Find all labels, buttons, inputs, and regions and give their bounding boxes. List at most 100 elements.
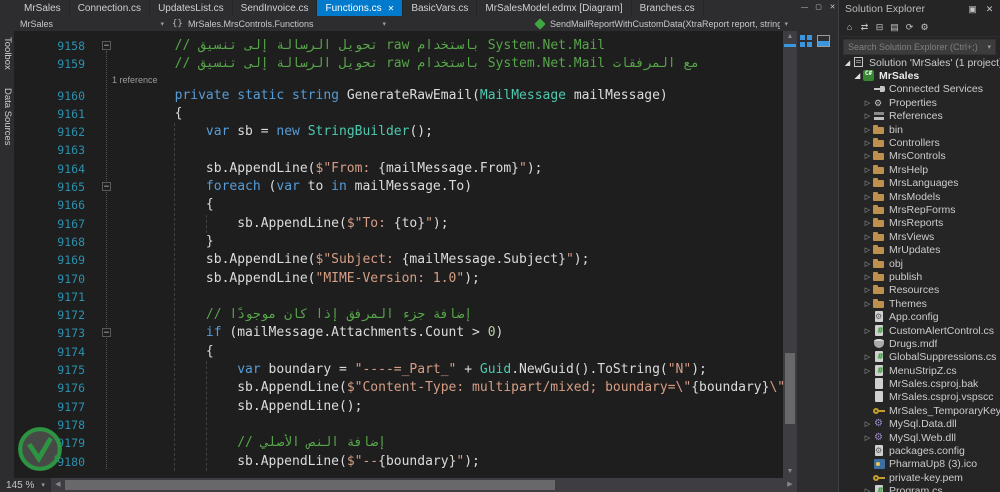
- tab-mrsales[interactable]: MrSales: [16, 0, 70, 16]
- scroll-up-icon[interactable]: ▲: [783, 31, 797, 43]
- fold-collapse-icon[interactable]: −: [102, 41, 111, 51]
- tree-item-solution-mrsales-1-project[interactable]: ◢ Solution 'MrSales' (1 project): [839, 56, 1000, 69]
- code-line[interactable]: 9178: [14, 416, 783, 434]
- chevron-closed-icon[interactable]: ▷: [862, 487, 873, 492]
- close-panel-icon[interactable]: ✕: [983, 3, 996, 16]
- tree-item-packages-config[interactable]: packages.config: [839, 444, 1000, 457]
- tree-item-connected-services[interactable]: Connected Services: [839, 83, 1000, 96]
- tree-item-mrupdates[interactable]: ▷ MrUpdates: [839, 243, 1000, 256]
- tab-sendinvoice-cs[interactable]: SendInvoice.cs: [232, 0, 318, 16]
- tree-item-private-key-pem[interactable]: private-key.pem: [839, 471, 1000, 484]
- chevron-closed-icon[interactable]: ▷: [862, 286, 873, 294]
- chevron-closed-icon[interactable]: ▷: [862, 367, 873, 375]
- pin-icon[interactable]: ▣: [966, 3, 979, 16]
- chevron-closed-icon[interactable]: ▷: [862, 179, 873, 187]
- chevron-closed-icon[interactable]: ▷: [862, 219, 873, 227]
- tab-mrsalesmodel-edmx-diagram[interactable]: MrSalesModel.edmx [Diagram]: [477, 0, 632, 16]
- tab-basicvars-cs[interactable]: BasicVars.cs: [403, 0, 478, 16]
- chevron-closed-icon[interactable]: ▷: [862, 139, 873, 147]
- code-editor[interactable]: 9158 − // تحويل الرسالة إلى تنسيق raw باس…: [14, 31, 797, 478]
- tree-item-mrsales-csproj-vspscc[interactable]: MrSales.csproj.vspscc: [839, 391, 1000, 404]
- scroll-left-icon[interactable]: ◀: [51, 478, 65, 492]
- code-line[interactable]: 9172 // إضافة جزء المرفق إذا كان موجودًا: [14, 306, 783, 324]
- chevron-closed-icon[interactable]: ▷: [862, 246, 873, 254]
- code-line[interactable]: 9179 // إضافة النص الأصلي: [14, 434, 783, 452]
- chevron-open-icon[interactable]: ◢: [842, 59, 853, 67]
- tool-tab-toolbox[interactable]: Toolbox: [0, 35, 14, 72]
- show-all-files-icon[interactable]: ▤: [888, 21, 901, 34]
- chevron-closed-icon[interactable]: ▷: [862, 193, 873, 201]
- tree-item-mrsales-csproj-bak[interactable]: MrSales.csproj.bak: [839, 377, 1000, 390]
- outline-grid-icon[interactable]: [800, 35, 812, 47]
- tree-item-references[interactable]: ▷ References: [839, 110, 1000, 123]
- tree-item-mrsreports[interactable]: ▷ MrsReports: [839, 217, 1000, 230]
- code-line[interactable]: 9176 sb.AppendLine($"Content-Type: multi…: [14, 379, 783, 397]
- vertical-scrollbar-thumb[interactable]: [785, 352, 795, 425]
- tree-item-obj[interactable]: ▷ obj: [839, 257, 1000, 270]
- tree-item-mrslanguages[interactable]: ▷ MrsLanguages: [839, 177, 1000, 190]
- maximize-icon[interactable]: ▢: [813, 2, 824, 13]
- tree-item-drugs-mdf[interactable]: Drugs.mdf: [839, 337, 1000, 350]
- tree-item-pharmaup8-3-ico[interactable]: PharmaUp8 (3).ico: [839, 458, 1000, 471]
- code-line[interactable]: 9169 sb.AppendLine($"Subject: {mailMessa…: [14, 251, 783, 269]
- code-line[interactable]: 9165 − foreach (var to in mailMessage.To): [14, 178, 783, 196]
- code-line[interactable]: 9171: [14, 288, 783, 306]
- chevron-closed-icon[interactable]: ▷: [862, 273, 873, 281]
- properties-icon[interactable]: ⚙: [918, 21, 931, 34]
- code-line[interactable]: 9161 {: [14, 105, 783, 123]
- tree-item-mrsmodels[interactable]: ▷ MrsModels: [839, 190, 1000, 203]
- tree-item-mysql-web-dll[interactable]: ▷ MySql.Web.dll: [839, 431, 1000, 444]
- type-dropdown[interactable]: MrSales.MrsControls.Functions ▾: [168, 17, 390, 30]
- code-line[interactable]: 9162 var sb = new StringBuilder();: [14, 123, 783, 141]
- chevron-closed-icon[interactable]: ▷: [862, 99, 873, 107]
- tree-item-resources[interactable]: ▷ Resources: [839, 284, 1000, 297]
- tree-item-mrsales[interactable]: ◢ MrSales: [839, 69, 1000, 82]
- code-line[interactable]: 9173 − if (mailMessage.Attachments.Count …: [14, 324, 783, 342]
- code-line[interactable]: 9158 − // تحويل الرسالة إلى تنسيق raw باس…: [14, 37, 783, 55]
- tree-item-customalertcontrol-cs[interactable]: ▷ CustomAlertControl.cs: [839, 324, 1000, 337]
- tab-connection-cs[interactable]: Connection.cs: [69, 0, 151, 16]
- tree-item-controllers[interactable]: ▷ Controllers: [839, 136, 1000, 149]
- tree-item-publish[interactable]: ▷ publish: [839, 270, 1000, 283]
- code-line[interactable]: 9177 sb.AppendLine();: [14, 398, 783, 416]
- chevron-closed-icon[interactable]: ▷: [862, 233, 873, 241]
- tab-branches-cs[interactable]: Branches.cs: [631, 0, 704, 16]
- chevron-closed-icon[interactable]: ▷: [862, 353, 873, 361]
- tree-item-mrscontrols[interactable]: ▷ MrsControls: [839, 150, 1000, 163]
- tool-tab-data-sources[interactable]: Data Sources: [0, 86, 14, 148]
- tree-item-bin[interactable]: ▷ bin: [839, 123, 1000, 136]
- chevron-open-icon[interactable]: ◢: [852, 72, 863, 80]
- chevron-closed-icon[interactable]: ▷: [862, 434, 873, 442]
- chevron-closed-icon[interactable]: ▷: [862, 260, 873, 268]
- horizontal-scrollbar-thumb[interactable]: [64, 480, 555, 490]
- tree-item-mrsrepforms[interactable]: ▷ MrsRepForms: [839, 203, 1000, 216]
- chevron-closed-icon[interactable]: ▷: [862, 126, 873, 134]
- tree-item-mrsales-temporarykey-pfx[interactable]: MrSales_TemporaryKey.pfx: [839, 404, 1000, 417]
- tree-item-mrshelp[interactable]: ▷ MrsHelp: [839, 163, 1000, 176]
- codelens-label[interactable]: 1 reference: [112, 74, 158, 87]
- chevron-closed-icon[interactable]: ▷: [862, 152, 873, 160]
- vertical-scrollbar[interactable]: ▲ ▼: [783, 31, 797, 478]
- code-line[interactable]: 9164 sb.AppendLine($"From: {mailMessage.…: [14, 160, 783, 178]
- close-tab-icon[interactable]: ✕: [388, 4, 395, 13]
- code-line[interactable]: 9163: [14, 141, 783, 159]
- search-solution-input[interactable]: Search Solution Explorer (Ctrl+;) ▾: [843, 39, 996, 55]
- sync-with-active-document-icon[interactable]: ⇄: [858, 21, 871, 34]
- chevron-closed-icon[interactable]: ▷: [862, 420, 873, 428]
- scroll-down-icon[interactable]: ▼: [783, 466, 797, 478]
- tree-item-mysql-data-dll[interactable]: ▷ MySql.Data.dll: [839, 418, 1000, 431]
- code-line[interactable]: 9159 // تحويل الرسالة إلى تنسيق raw باست…: [14, 55, 783, 73]
- chevron-closed-icon[interactable]: ▷: [862, 327, 873, 335]
- codelens-row[interactable]: 1 reference: [14, 74, 783, 87]
- refresh-icon[interactable]: ⟳: [903, 21, 916, 34]
- tab-functions-cs[interactable]: Functions.cs ✕: [317, 0, 404, 16]
- code-line[interactable]: 9168 }: [14, 233, 783, 251]
- code-line[interactable]: 9180 sb.AppendLine($"--{boundary}");: [14, 453, 783, 471]
- tree-item-program-cs[interactable]: ▷ Program.cs: [839, 485, 1000, 492]
- chevron-closed-icon[interactable]: ▷: [862, 300, 873, 308]
- fold-collapse-icon[interactable]: −: [102, 182, 111, 192]
- code-line[interactable]: 9174 {: [14, 343, 783, 361]
- chevron-closed-icon[interactable]: ▷: [862, 206, 873, 214]
- scroll-right-icon[interactable]: ▶: [783, 478, 797, 492]
- member-dropdown[interactable]: SendMailReportWithCustomData(XtraReport …: [530, 17, 792, 30]
